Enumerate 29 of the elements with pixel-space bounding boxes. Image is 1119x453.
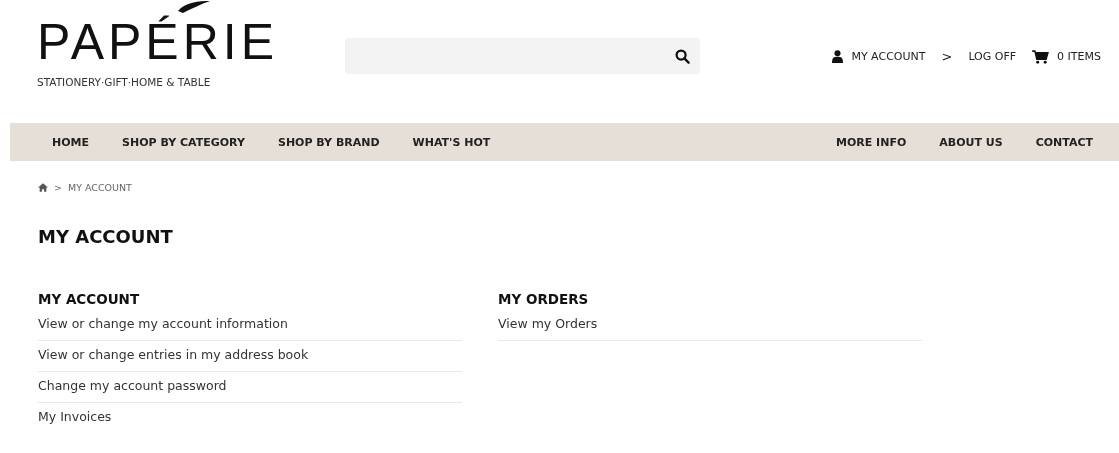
logo-tagline: STATIONERY·GIFT·HOME & TABLE [37,76,212,88]
breadcrumb-separator: > [54,182,62,193]
account-option-link[interactable]: View or change entries in my address book [38,341,462,372]
logo-text[interactable]: PAPÉRIE [37,6,279,78]
section-heading: MY ACCOUNT [38,291,141,307]
home-icon[interactable] [38,183,48,192]
nav-link[interactable]: CONTACT [1035,135,1093,149]
account-link[interactable]: MY ACCOUNT [832,50,926,63]
nav-link[interactable]: SHOP BY CATEGORY [122,135,245,149]
account-option-link[interactable]: View my Orders [498,310,922,341]
search-icon[interactable] [675,48,690,64]
nav-link[interactable]: HOME [52,135,90,149]
account-option-link[interactable]: View or change my account information [38,310,462,341]
account-option-link[interactable]: Change my account password [38,372,462,403]
breadcrumb-current: MY ACCOUNT [67,182,132,193]
section-heading: MY ORDERS [498,291,590,307]
separator-text: > [941,49,953,64]
cart-icon [1032,49,1050,64]
feather-icon [177,0,211,14]
logoff-link[interactable]: LOG OFF [968,50,1017,63]
search-field[interactable] [345,38,700,74]
nav-link[interactable]: ABOUT US [939,135,1003,149]
cart-link[interactable]: 0 ITEMS [1032,49,1101,64]
account-option-link[interactable]: My Invoices [38,403,462,433]
nav-link[interactable]: MORE INFO [835,135,907,149]
person-icon [832,50,844,63]
nav-link[interactable]: WHAT'S HOT [412,135,491,149]
nav-link[interactable]: SHOP BY BRAND [277,135,380,149]
page-title: MY ACCOUNT [38,226,174,247]
